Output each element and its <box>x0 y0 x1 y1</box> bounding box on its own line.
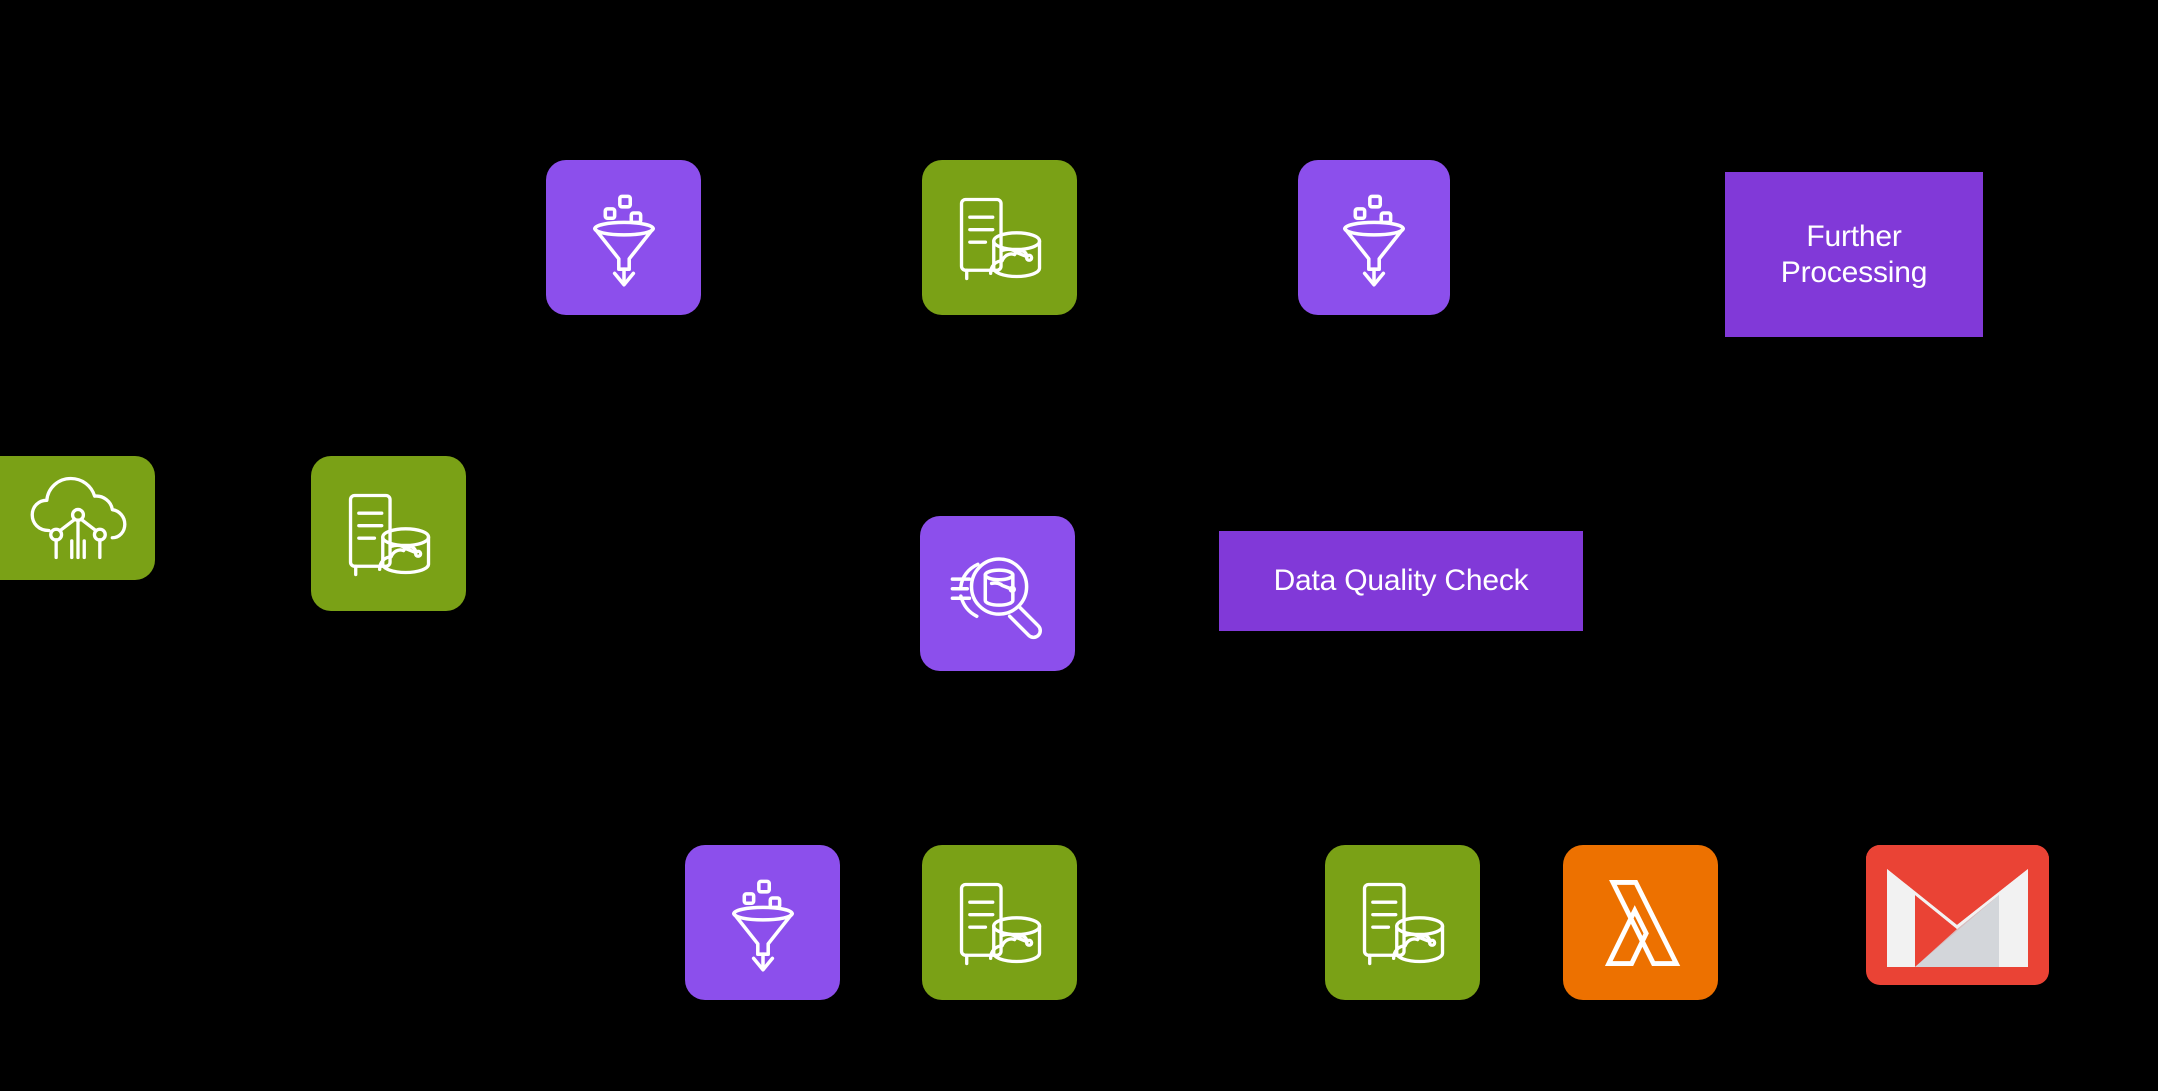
further-processing-label: Further Processing <box>1761 219 1947 290</box>
node-etl-job-bottom[interactable] <box>685 845 840 1000</box>
glue-data-quality-magnifier-icon <box>945 541 1051 647</box>
glue-etl-funnel-icon <box>711 871 815 975</box>
node-data-quality-crawler[interactable] <box>920 516 1075 671</box>
s3-bucket-icon <box>948 871 1052 975</box>
aws-lambda-icon <box>1589 871 1693 975</box>
aws-cloud-network-icon <box>26 466 130 570</box>
node-etl-job-top[interactable] <box>546 160 701 315</box>
node-lambda-function[interactable] <box>1563 845 1718 1000</box>
node-archive-bucket[interactable] <box>1325 845 1480 1000</box>
s3-bucket-icon <box>948 186 1052 290</box>
s3-bucket-icon <box>337 482 441 586</box>
glue-etl-funnel-icon <box>572 186 676 290</box>
diagram-canvas: Further Processing Data Quality Check <box>0 0 2158 1091</box>
node-data-quality-check[interactable]: Data Quality Check <box>1219 531 1583 631</box>
s3-bucket-icon <box>1351 871 1455 975</box>
node-further-processing[interactable]: Further Processing <box>1725 172 1983 337</box>
node-processed-bucket[interactable] <box>922 845 1077 1000</box>
glue-etl-funnel-icon <box>1322 186 1426 290</box>
gmail-icon <box>1866 845 2049 985</box>
node-gmail-notification[interactable] <box>1866 845 2049 985</box>
node-cloud-source[interactable] <box>0 456 155 580</box>
node-etl-job-second[interactable] <box>1298 160 1450 315</box>
data-quality-check-label: Data Quality Check <box>1273 564 1529 598</box>
node-raw-bucket[interactable] <box>311 456 466 611</box>
node-curated-bucket-top[interactable] <box>922 160 1077 315</box>
further-processing-line-1: Further <box>1806 220 1902 254</box>
further-processing-line-2: Processing <box>1780 255 1928 289</box>
